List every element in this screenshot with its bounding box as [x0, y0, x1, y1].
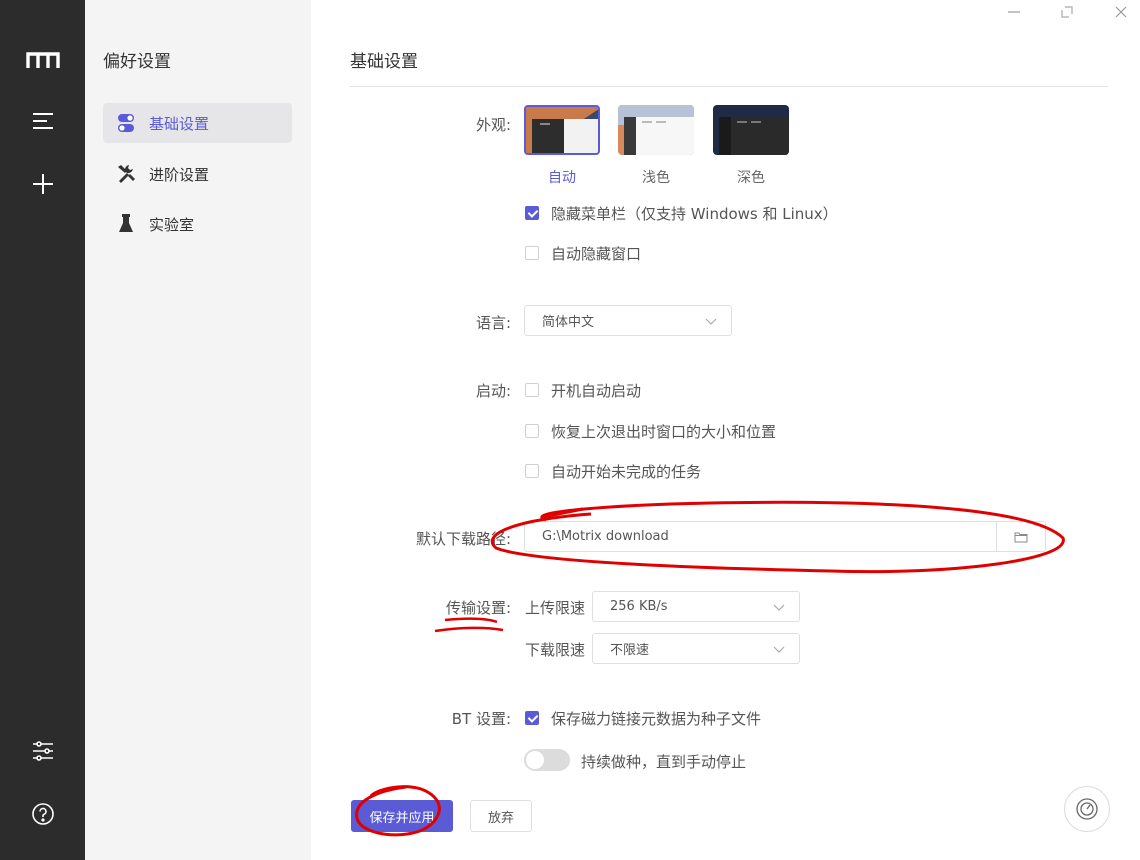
theme-auto[interactable] — [524, 105, 600, 155]
startup-label: 启动: — [475, 382, 511, 400]
preferences-sidebar: 偏好设置 基础设置 进阶设置 实验室 — [85, 0, 311, 860]
language-value: 简体中文 — [542, 315, 595, 330]
save-magnet-checkbox[interactable] — [525, 711, 539, 725]
theme-dark-label: 深色 — [737, 170, 765, 186]
close-icon[interactable] — [1113, 4, 1129, 24]
hide-menu-label: 隐藏菜单栏（仅支持 Windows 和 Linux） — [551, 205, 838, 223]
theme-auto-label: 自动 — [548, 170, 576, 186]
download-path-input[interactable]: G:\Motrix download — [524, 521, 1046, 552]
appearance-label: 外观: — [475, 116, 511, 134]
title-divider — [350, 86, 1108, 87]
sliders-icon[interactable] — [0, 738, 85, 764]
folder-icon[interactable] — [996, 522, 1045, 551]
sidebar-item-advanced[interactable]: 进阶设置 — [103, 154, 292, 194]
chevron-down-icon — [773, 646, 785, 653]
restore-icon[interactable] — [1059, 4, 1075, 24]
sidebar-item-label: 基础设置 — [149, 114, 210, 133]
page-title: 基础设置 — [350, 52, 418, 72]
minimize-icon[interactable] — [1006, 4, 1022, 24]
app-rail — [0, 0, 85, 860]
bt-label: BT 设置: — [451, 710, 511, 728]
motrix-logo[interactable] — [0, 48, 85, 72]
theme-light[interactable] — [618, 105, 694, 155]
download-path-value: G:\Motrix download — [542, 529, 669, 544]
theme-dark[interactable] — [713, 105, 789, 155]
preferences-title: 偏好设置 — [103, 52, 171, 72]
upload-limit-label: 上传限速 — [525, 599, 586, 617]
resume-tasks-label: 自动开始未完成的任务 — [551, 463, 702, 481]
keep-seeding-toggle[interactable] — [524, 749, 570, 771]
speedometer-icon[interactable] — [1064, 786, 1110, 832]
download-limit-label: 下载限速 — [525, 641, 586, 659]
sidebar-item-lab[interactable]: 实验室 — [103, 204, 292, 244]
chevron-down-icon — [773, 604, 785, 611]
restore-window-checkbox[interactable] — [525, 424, 539, 438]
flask-icon — [103, 214, 149, 234]
auto-launch-checkbox[interactable] — [525, 383, 539, 397]
save-magnet-label: 保存磁力链接元数据为种子文件 — [551, 710, 762, 728]
plus-icon[interactable] — [0, 172, 85, 196]
save-apply-button[interactable]: 保存并应用 — [351, 800, 453, 832]
menu-icon[interactable] — [0, 109, 85, 133]
sidebar-item-basic[interactable]: 基础设置 — [103, 103, 292, 143]
auto-hide-window-label: 自动隐藏窗口 — [551, 245, 642, 263]
chevron-down-icon — [705, 318, 717, 325]
download-limit-select[interactable]: 不限速 — [592, 633, 800, 664]
resume-tasks-checkbox[interactable] — [525, 464, 539, 478]
upload-limit-select[interactable]: 256 KB/s — [592, 591, 800, 622]
download-limit-value: 不限速 — [610, 643, 650, 658]
keep-seeding-label: 持续做种，直到手动停止 — [581, 753, 747, 771]
toggle-icon — [103, 113, 149, 133]
theme-light-label: 浅色 — [642, 170, 670, 186]
tools-icon — [103, 164, 149, 184]
sidebar-item-label: 实验室 — [149, 215, 195, 234]
auto-hide-window-checkbox[interactable] — [525, 246, 539, 260]
download-path-label: 默认下载路径: — [415, 530, 511, 548]
hide-menu-checkbox[interactable] — [525, 206, 539, 220]
auto-launch-label: 开机自动启动 — [551, 382, 642, 400]
transfer-label: 传输设置: — [445, 599, 511, 617]
sidebar-item-label: 进阶设置 — [149, 165, 210, 184]
settings-panel: 基础设置 外观: 自动 浅色 深色 隐藏菜单栏（仅支持 Windows 和 Li… — [311, 0, 1140, 860]
help-icon[interactable] — [0, 801, 85, 827]
language-label: 语言: — [475, 314, 511, 332]
restore-window-label: 恢复上次退出时窗口的大小和位置 — [551, 423, 777, 441]
language-select[interactable]: 简体中文 — [524, 305, 732, 336]
upload-limit-value: 256 KB/s — [610, 599, 668, 614]
discard-button[interactable]: 放弃 — [470, 800, 532, 832]
